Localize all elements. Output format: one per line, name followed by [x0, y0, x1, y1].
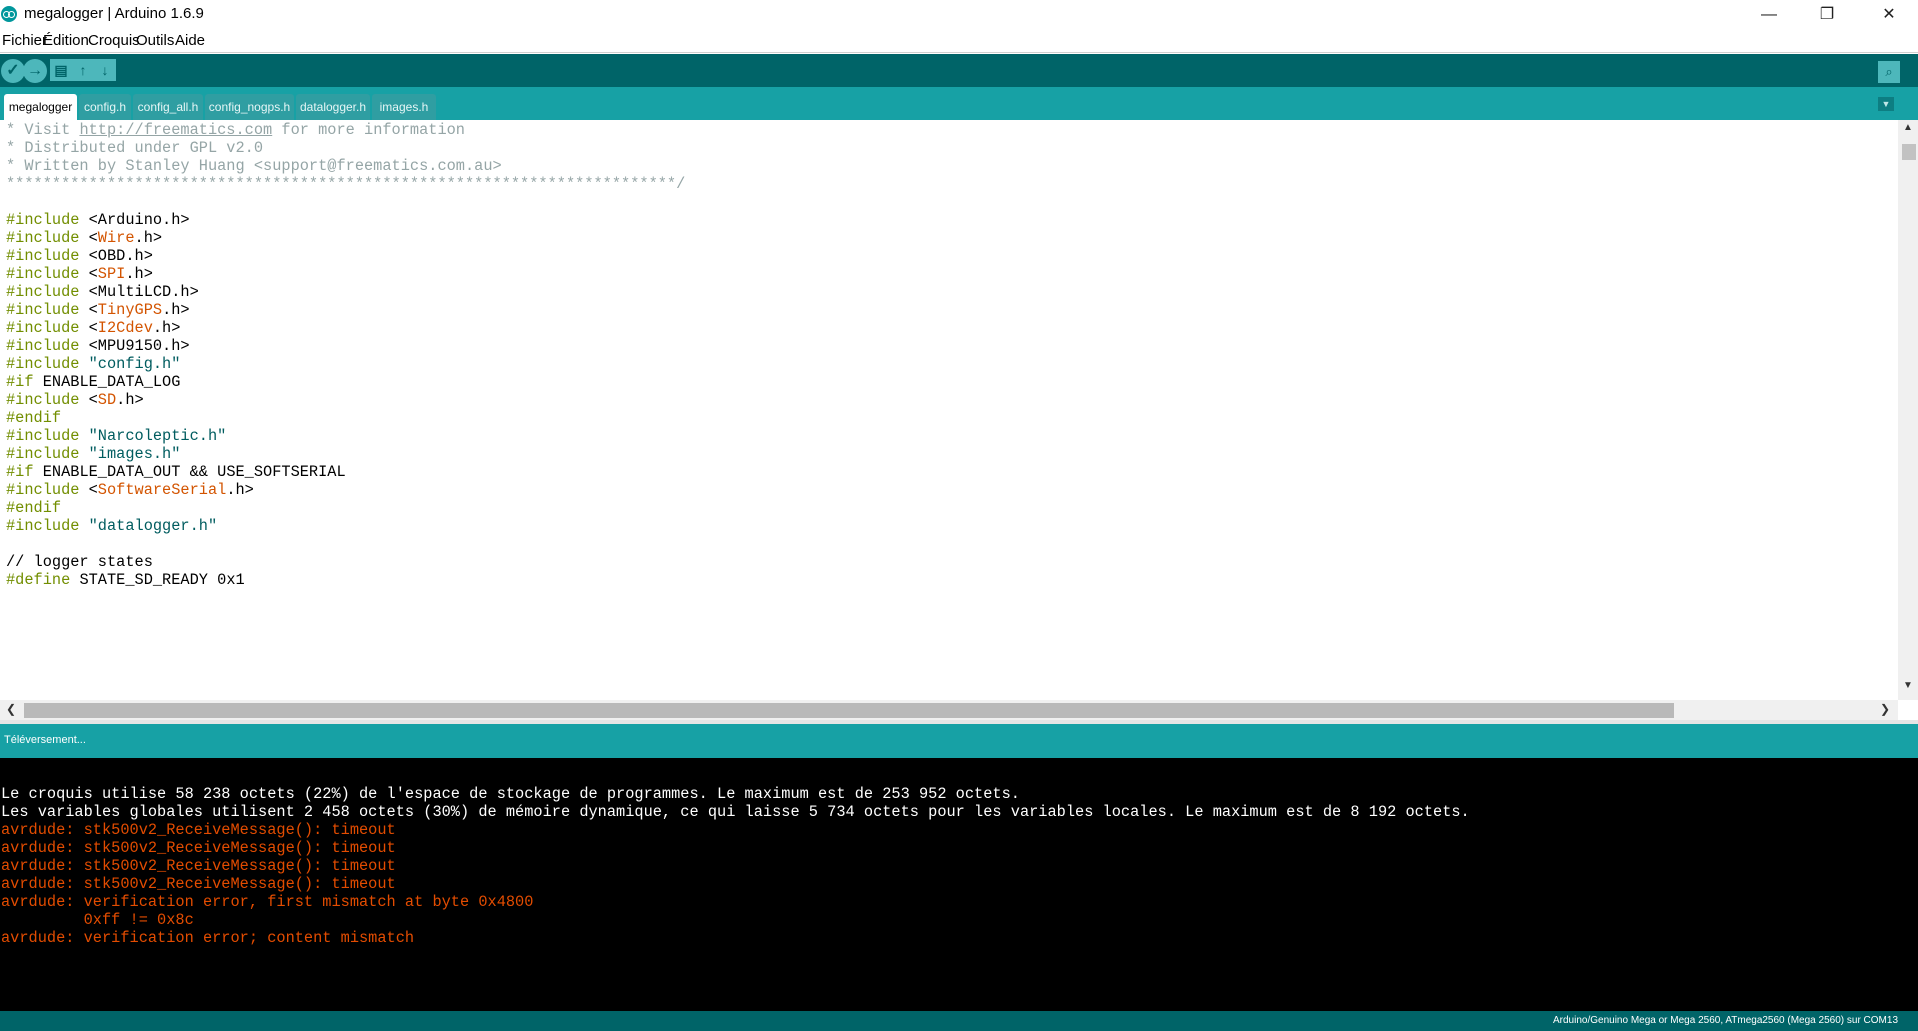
- window-title: megalogger | Arduino 1.6.9: [24, 5, 204, 22]
- close-button[interactable]: ✕: [1860, 0, 1918, 29]
- scroll-left-icon[interactable]: ❮: [6, 702, 16, 716]
- code-editor[interactable]: * Visit http://freematics.com for more i…: [0, 120, 1898, 700]
- scroll-up-icon[interactable]: ▲: [1898, 122, 1918, 136]
- verify-button[interactable]: ✓: [1, 59, 25, 83]
- tab-menu-button[interactable]: ▼: [1878, 97, 1894, 111]
- tab-datalogger-h[interactable]: datalogger.h: [296, 94, 370, 120]
- code-line: ****************************************…: [6, 175, 686, 193]
- editor-horizontal-scrollbar[interactable]: ❮ ❯: [0, 700, 1898, 720]
- menu-fichier[interactable]: Fichier: [2, 32, 47, 49]
- editor-vertical-scrollbar[interactable]: ▲ ▼: [1898, 120, 1918, 700]
- tab-megalogger[interactable]: megalogger: [4, 94, 77, 120]
- open-sketch-button[interactable]: ↑: [72, 59, 94, 81]
- board-status-bar: Arduino/Genuino Mega or Mega 2560, ATmeg…: [0, 1011, 1918, 1031]
- menu-bar: Fichier Édition Croquis Outils Aide: [0, 29, 1918, 53]
- menu-croquis[interactable]: Croquis: [88, 32, 140, 49]
- tab-config-h[interactable]: config.h: [79, 94, 131, 120]
- tab-config-nogps-h[interactable]: config_nogps.h: [205, 94, 294, 120]
- minimize-button[interactable]: —: [1740, 0, 1798, 29]
- menu-aide[interactable]: Aide: [175, 32, 205, 49]
- upload-button[interactable]: →: [23, 59, 47, 83]
- toolbar: ✓ → ▤ ↑ ↓ ⌕: [0, 54, 1918, 87]
- save-sketch-button[interactable]: ↓: [94, 59, 116, 81]
- scroll-right-icon[interactable]: ❯: [1880, 702, 1890, 716]
- serial-monitor-button[interactable]: ⌕: [1878, 61, 1900, 83]
- menu-outils[interactable]: Outils: [136, 32, 174, 49]
- status-bar: Téléversement...: [0, 720, 1918, 758]
- status-message: Téléversement...: [4, 734, 86, 746]
- tab-config-all-h[interactable]: config_all.h: [133, 94, 203, 120]
- board-info: Arduino/Genuino Mega or Mega 2560, ATmeg…: [1552, 1015, 1898, 1026]
- code-line: #define STATE_SD_READY 0x1: [6, 571, 245, 589]
- title-bar: megalogger | Arduino 1.6.9 — ❐ ✕: [0, 0, 1918, 29]
- menu-edition[interactable]: Édition: [43, 32, 89, 49]
- vertical-scroll-thumb[interactable]: [1902, 144, 1916, 160]
- console-output[interactable]: Le croquis utilise 58 238 octets (22%) d…: [0, 758, 1918, 1011]
- arduino-logo-icon: [1, 6, 17, 22]
- scroll-down-icon[interactable]: ▼: [1898, 680, 1918, 694]
- horizontal-scroll-thumb[interactable]: [24, 703, 1674, 718]
- tab-bar: megalogger config.h config_all.h config_…: [0, 87, 1918, 120]
- new-sketch-button[interactable]: ▤: [50, 59, 72, 81]
- maximize-button[interactable]: ❐: [1798, 0, 1856, 29]
- console-error-line: avrdude: verification error; content mis…: [1, 929, 415, 947]
- code-line: #include "datalogger.h": [6, 517, 218, 535]
- tab-images-h[interactable]: images.h: [372, 94, 436, 120]
